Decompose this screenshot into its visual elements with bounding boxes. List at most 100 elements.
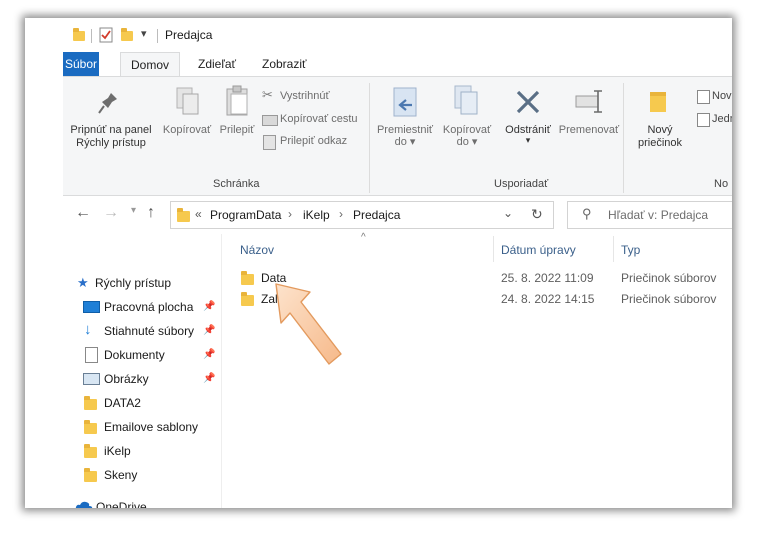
ribbon-divider: [623, 83, 624, 193]
divider: [91, 29, 92, 43]
nav-item-label: DATA2: [104, 396, 141, 410]
search-box[interactable]: ⚲ Hľadať v: Predajca: [567, 201, 732, 229]
cut-button[interactable]: ✂ Vystrihnúť: [262, 87, 367, 105]
nav-item-onedrive[interactable]: OneDrive: [63, 496, 221, 508]
download-arrow-icon: ↓: [84, 321, 92, 338]
forward-arrow-icon[interactable]: →: [103, 204, 119, 222]
folder-icon: [73, 28, 85, 41]
navigation-pane: ★ Rýchly prístup Pracovná plocha 📌 ↓ Sti…: [63, 234, 222, 508]
recent-locations-icon[interactable]: ▾: [131, 205, 136, 216]
nav-item-skeny[interactable]: Skeny: [63, 464, 221, 488]
nav-item-downloads[interactable]: ↓ Stiahnuté súbory 📌: [63, 320, 221, 344]
file-date: 25. 8. 2022 11:09: [501, 271, 594, 285]
address-history-dropdown-icon[interactable]: ⌄: [503, 206, 513, 220]
ribbon-divider: [369, 83, 370, 193]
search-icon: ⚲: [582, 206, 592, 221]
pin-icon: [98, 93, 117, 114]
pin-label-line1: Pripnúť na panel: [70, 124, 152, 136]
delete-x-icon: [516, 90, 540, 114]
nav-item-label: OneDrive: [96, 500, 147, 508]
breadcrumb-ikelp[interactable]: iKelp: [303, 208, 330, 222]
nav-item-desktop[interactable]: Pracovná plocha 📌: [63, 296, 221, 320]
breadcrumb-separator: ›: [339, 207, 343, 221]
breadcrumb-predajca[interactable]: Predajca: [353, 208, 400, 222]
nav-item-ikelp[interactable]: iKelp: [63, 440, 221, 464]
properties-icon[interactable]: [99, 27, 113, 43]
nav-item-emailove-sablony[interactable]: Emailove sablony: [63, 416, 221, 440]
breadcrumb-programdata[interactable]: ProgramData: [210, 208, 281, 222]
nav-item-data2[interactable]: DATA2: [63, 392, 221, 416]
delete-button[interactable]: Odstrániť ▾: [499, 77, 557, 177]
cut-label: Vystrihnúť: [280, 90, 330, 102]
copy-icon: [176, 87, 199, 115]
address-bar[interactable]: « ProgramData › iKelp › Predajca ⌄: [170, 201, 525, 229]
explorer-window: ▾ Predajca Súbor Domov Zdieľať Zobraziť …: [25, 18, 732, 508]
folder-icon: [241, 292, 254, 306]
up-arrow-icon[interactable]: ↑: [147, 204, 155, 222]
paste-button[interactable]: Prilepiť: [215, 77, 259, 177]
copy-to-icon: [454, 85, 478, 115]
easy-access-button[interactable]: Jedn: [697, 112, 732, 128]
nav-item-label: Obrázky: [104, 372, 149, 386]
file-date: 24. 8. 2022 14:15: [501, 292, 595, 306]
new-folder-button[interactable]: Nový priečinok: [627, 77, 697, 177]
column-header-date[interactable]: Dátum úpravy: [501, 243, 576, 257]
pin-icon[interactable]: 📌: [203, 349, 215, 360]
move-to-button[interactable]: Premiestniť do ▾: [374, 77, 436, 177]
refresh-button[interactable]: ↻: [523, 201, 554, 229]
copy-path-button[interactable]: Kopírovať cestu: [262, 112, 372, 128]
pin-label-line2: Rýchly prístup: [76, 137, 146, 149]
column-header-type[interactable]: Typ: [621, 243, 640, 257]
copy-path-label: Kopírovať cestu: [280, 113, 358, 125]
move-to-icon: [393, 87, 417, 117]
paste-shortcut-icon: [263, 135, 276, 150]
nav-item-label: Stiahnuté súbory: [104, 324, 195, 338]
column-divider[interactable]: [613, 236, 614, 262]
star-icon: ★: [77, 275, 89, 290]
folder-icon: [84, 444, 97, 458]
pin-to-quick-access-button[interactable]: Pripnúť na panel Rýchly prístup: [63, 77, 155, 177]
customize-toolbar-icon[interactable]: ▾: [141, 27, 147, 40]
delete-dropdown-icon[interactable]: ▾: [499, 134, 557, 147]
folder-icon: [84, 420, 97, 434]
tab-file[interactable]: Súbor: [63, 52, 99, 76]
callout-arrow-icon: [275, 283, 342, 365]
nav-item-documents[interactable]: Dokumenty 📌: [63, 344, 221, 368]
new-folder-quick-icon[interactable]: [121, 28, 133, 41]
new-item-button[interactable]: Nová: [697, 89, 732, 105]
paste-shortcut-button[interactable]: Prilepiť odkaz: [262, 134, 367, 150]
tab-share[interactable]: Zdieľať: [188, 52, 246, 76]
divider: [157, 29, 158, 43]
document-icon: [85, 347, 98, 363]
cloud-icon: [75, 501, 93, 508]
paste-shortcut-label: Prilepiť odkaz: [280, 135, 348, 147]
pictures-icon: [83, 373, 100, 385]
column-header-name[interactable]: Názov: [240, 243, 274, 257]
tab-view[interactable]: Zobraziť: [252, 52, 317, 76]
column-divider[interactable]: [493, 236, 494, 262]
back-arrow-icon[interactable]: ←: [75, 204, 91, 222]
new-folder-icon: [650, 92, 666, 112]
pin-icon[interactable]: 📌: [203, 373, 215, 384]
easy-access-label: Jedn: [712, 113, 732, 125]
tab-home[interactable]: Domov: [120, 52, 181, 77]
nav-item-label: iKelp: [104, 444, 131, 458]
copy-label: Kopírovať: [162, 124, 212, 136]
breadcrumb-separator: ›: [288, 207, 292, 221]
file-type: Priečinok súborov: [621, 271, 717, 285]
pin-icon[interactable]: 📌: [203, 325, 215, 336]
rename-button[interactable]: Premenovať: [557, 77, 621, 177]
nav-item-label: Skeny: [104, 468, 138, 482]
nav-quick-access[interactable]: Rýchly prístup: [95, 276, 171, 290]
copy-button[interactable]: Kopírovať: [160, 77, 214, 177]
pin-icon[interactable]: 📌: [203, 301, 215, 312]
group-label-clipboard: Schránka: [213, 178, 260, 190]
nav-item-label: Emailove sablony: [104, 420, 199, 434]
folder-icon: [84, 396, 97, 410]
copy-to-button[interactable]: Kopírovať do ▾: [438, 77, 496, 177]
nav-item-label: Pracovná plocha: [104, 300, 194, 314]
address-overflow-icon[interactable]: «: [195, 207, 202, 221]
move-to-label-line2: do: [394, 136, 407, 148]
nav-item-pictures[interactable]: Obrázky 📌: [63, 368, 221, 392]
folder-icon: [177, 208, 190, 222]
